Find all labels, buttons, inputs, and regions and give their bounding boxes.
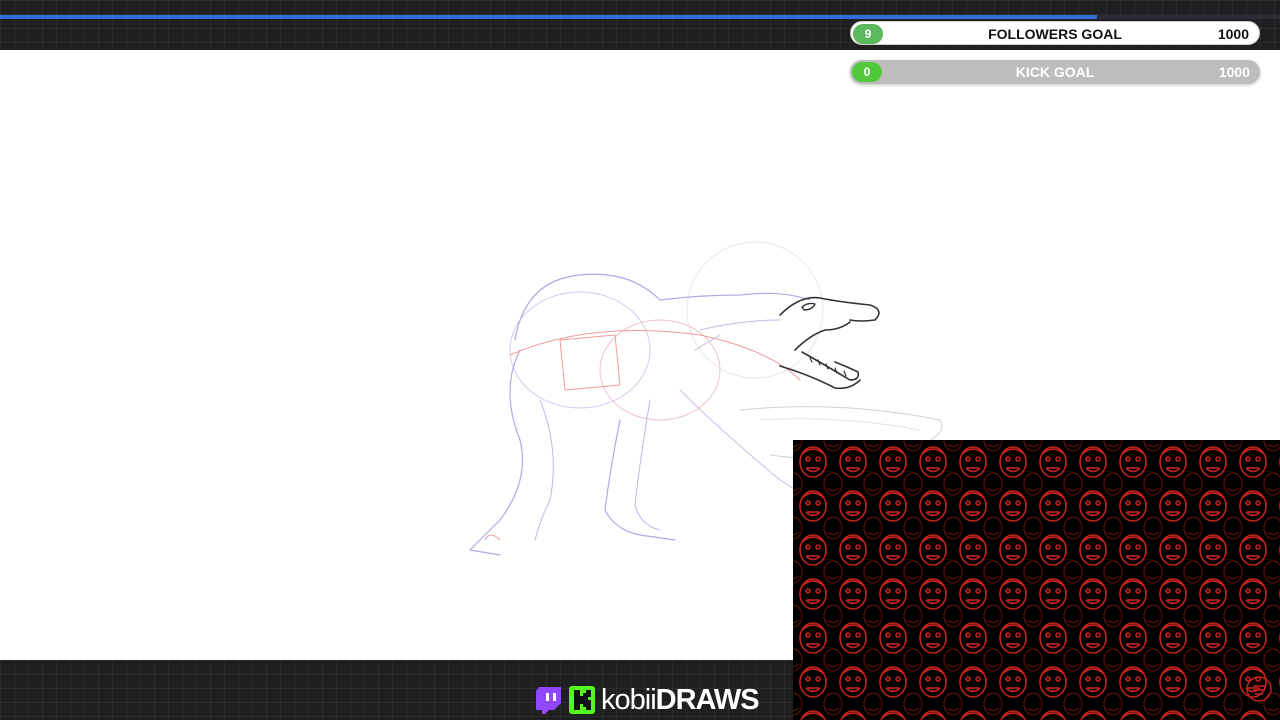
twitch-icon [536, 687, 561, 714]
stream-progress-fill [0, 15, 1097, 19]
channel-brand: kobiiDRAWS [535, 683, 760, 717]
stream-progress-track [0, 15, 1280, 19]
followers-goal-bar: 9 FOLLOWERS GOAL 1000 [850, 21, 1260, 45]
webcam-panel [793, 440, 1280, 720]
channel-name: kobiiDRAWS [601, 683, 760, 717]
kick-icon [569, 686, 595, 714]
channel-name-prefix: kobii [601, 684, 657, 716]
kick-goal-bar: 0 KICK GOAL 1000 [850, 60, 1260, 84]
followers-goal-target: 1000 [1217, 26, 1249, 42]
bad-friends-logo [1246, 676, 1272, 702]
channel-name-suffix: DRAWS [655, 684, 760, 716]
kick-goal-label: KICK GOAL [1015, 64, 1095, 80]
followers-goal-label: FOLLOWERS GOAL [988, 26, 1122, 42]
kick-goal-target: 1000 [1218, 64, 1250, 80]
cartoon-face-pattern [793, 440, 1280, 720]
